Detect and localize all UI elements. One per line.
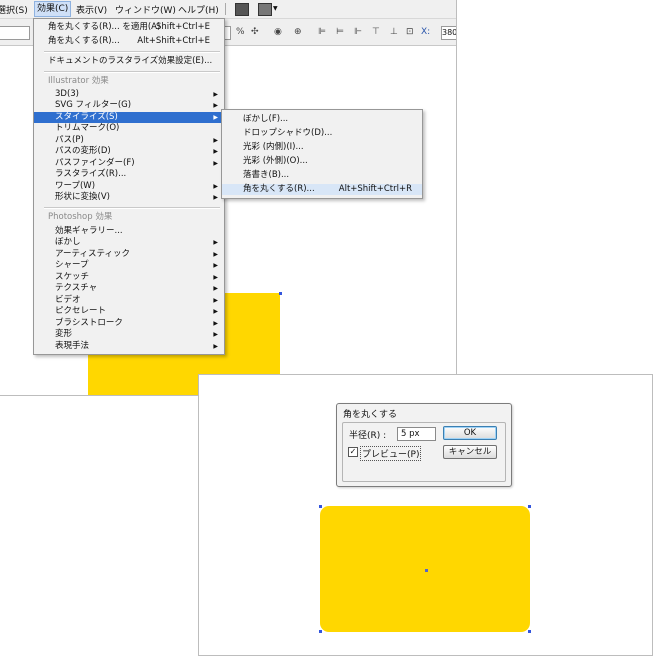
preview-label[interactable]: プレビュー(P) <box>360 446 422 461</box>
center-point <box>425 569 428 572</box>
submenu-arrow-icon: ▶ <box>213 320 218 327</box>
submenu-arrow-icon: ▶ <box>213 274 218 281</box>
submenu-item-drop-shadow[interactable]: ドロップシャドウ(D)... <box>222 128 422 139</box>
control-field-left[interactable] <box>0 26 30 40</box>
align-left-icon[interactable]: ⊫ <box>318 27 330 37</box>
arrange-dropdown-icon[interactable]: ▼ <box>273 5 278 12</box>
submenu-arrow-icon: ▶ <box>213 331 218 338</box>
submenu-arrow-icon: ▶ <box>213 160 218 167</box>
menu-group-illustrator-effects: Illustrator 効果 <box>48 76 109 86</box>
submenu-arrow-icon: ▶ <box>213 297 218 304</box>
menu-item-svg-filter[interactable]: SVG フィルター(G) ▶ <box>34 100 224 111</box>
menu-item-blur[interactable]: ぼかし ▶ <box>34 237 224 248</box>
menu-effect[interactable]: 効果(C) <box>34 1 72 17</box>
anchor-point[interactable] <box>319 505 322 508</box>
x-coordinate-field[interactable]: 380.6 <box>441 26 456 40</box>
submenu-arrow-icon: ▶ <box>213 137 218 144</box>
menu-item-stylize[interactable]: スタイライズ(S) ▶ <box>34 112 224 123</box>
round-corners-dialog: 角を丸くする 半径(R) : 5 px OK ✓ プレビュー(P) キャンセル <box>336 403 512 487</box>
menu-item-texture[interactable]: テクスチャ ▶ <box>34 283 224 294</box>
radius-label: 半径(R) : <box>349 431 387 441</box>
menu-item-rasterize[interactable]: ラスタライズ(R)... <box>34 169 224 180</box>
menu-item-document-raster-settings[interactable]: ドキュメントのラスタライズ効果設定(E)... <box>34 56 224 67</box>
submenu-arrow-icon: ▶ <box>213 194 218 201</box>
bridge-icon[interactable] <box>235 3 249 16</box>
menu-item-warp[interactable]: ワープ(W) ▶ <box>34 181 224 192</box>
align-top-icon[interactable]: ⊤ <box>372 27 384 37</box>
menu-separator <box>44 207 220 209</box>
submenu-item-scribble[interactable]: 落書き(B)... <box>222 170 422 181</box>
percent-label: % <box>236 27 245 37</box>
ok-button[interactable]: OK <box>443 426 497 440</box>
menu-item-distort-transform[interactable]: パスの変形(D) ▶ <box>34 146 224 157</box>
menu-item-pixelate[interactable]: ピクセレート ▶ <box>34 306 224 317</box>
align-middle-icon[interactable]: ⊥ <box>390 27 402 37</box>
x-coordinate-label: X: <box>421 27 431 37</box>
menu-item-apply-round-corners[interactable]: 角を丸くする(R)... を適用(A) Shift+Ctrl+E <box>34 22 224 33</box>
menu-item-sketch[interactable]: スケッチ ▶ <box>34 272 224 283</box>
submenu-arrow-icon: ▶ <box>213 343 218 350</box>
menu-view[interactable]: 表示(V) <box>76 3 107 16</box>
menubar: 選択(S) 効果(C) 表示(V) ウィンドウ(W) ヘルプ(H) ▼ <box>0 0 456 19</box>
menu-item-convert-to-shape[interactable]: 形状に変換(V) ▶ <box>34 192 224 203</box>
menu-item-round-corners[interactable]: 角を丸くする(R)... Alt+Shift+Ctrl+E <box>34 36 224 47</box>
transform-icon[interactable]: ⊕ <box>294 27 306 37</box>
menu-item-sharpen[interactable]: シャープ ▶ <box>34 260 224 271</box>
align-center-icon[interactable]: ⊨ <box>336 27 348 37</box>
anchor-point[interactable] <box>528 505 531 508</box>
submenu-item-inner-glow[interactable]: 光彩 (内側)(I)... <box>222 142 422 153</box>
menu-window[interactable]: ウィンドウ(W) <box>115 3 176 16</box>
anchor-point[interactable] <box>528 630 531 633</box>
menu-item-trim-marks[interactable]: トリムマーク(O) <box>34 123 224 134</box>
menu-item-distort[interactable]: 変形 ▶ <box>34 329 224 340</box>
dialog-title: 角を丸くする <box>343 410 398 420</box>
cancel-button[interactable]: キャンセル <box>443 445 497 459</box>
preview-checkbox[interactable]: ✓ <box>348 447 358 457</box>
radius-input[interactable]: 5 px <box>397 427 436 441</box>
menu-select[interactable]: 選択(S) <box>0 3 28 16</box>
menu-item-brush-strokes[interactable]: ブラシストローク ▶ <box>34 318 224 329</box>
menu-item-stylize-photoshop[interactable]: 表現手法 ▶ <box>34 341 224 352</box>
menu-help[interactable]: ヘルプ(H) <box>178 3 219 16</box>
menu-separator <box>44 71 220 73</box>
submenu-arrow-icon: ▶ <box>213 102 218 109</box>
arrange-documents-icon[interactable] <box>258 3 272 16</box>
menu-separator <box>44 51 220 53</box>
style-icon[interactable]: ◉ <box>274 27 286 37</box>
illustrator-window-screenshot: 選択(S) 効果(C) 表示(V) ウィンドウ(W) ヘルプ(H) ▼ % ✣ … <box>0 0 457 396</box>
dialog-body: 半径(R) : 5 px OK ✓ プレビュー(P) キャンセル <box>342 422 506 482</box>
menu-group-photoshop-effects: Photoshop 効果 <box>48 212 113 222</box>
align-right-icon[interactable]: ⊩ <box>354 27 366 37</box>
anchor-point[interactable] <box>319 630 322 633</box>
effect-menu: 角を丸くする(R)... を適用(A) Shift+Ctrl+E 角を丸くする(… <box>33 18 225 355</box>
submenu-item-outer-glow[interactable]: 光彩 (外側)(O)... <box>222 156 422 167</box>
menu-item-artistic[interactable]: アーティスティック ▶ <box>34 249 224 260</box>
submenu-item-round-corners[interactable]: 角を丸くする(R)... Alt+Shift+Ctrl+R <box>222 184 422 195</box>
submenu-arrow-icon: ▶ <box>213 308 218 315</box>
menu-item-effect-gallery[interactable]: 効果ギャラリー... <box>34 226 224 237</box>
submenu-item-feather[interactable]: ぼかし(F)... <box>222 114 422 125</box>
menubar-divider <box>225 3 226 15</box>
submenu-arrow-icon: ▶ <box>213 148 218 155</box>
submenu-arrow-icon: ▶ <box>213 114 218 121</box>
menu-item-pathfinder[interactable]: パスファインダー(F) ▶ <box>34 158 224 169</box>
menu-item-video[interactable]: ビデオ ▶ <box>34 295 224 306</box>
menu-item-path[interactable]: パス(P) ▶ <box>34 135 224 146</box>
stylize-submenu: ぼかし(F)... ドロップシャドウ(D)... 光彩 (内側)(I)... 光… <box>221 109 423 199</box>
submenu-arrow-icon: ▶ <box>213 262 218 269</box>
submenu-arrow-icon: ▶ <box>213 251 218 258</box>
recolor-icon[interactable]: ✣ <box>251 27 263 37</box>
anchor-point[interactable] <box>279 292 282 295</box>
round-corners-result-screenshot: 角を丸くする 半径(R) : 5 px OK ✓ プレビュー(P) キャンセル <box>198 374 653 656</box>
submenu-arrow-icon: ▶ <box>213 239 218 246</box>
submenu-arrow-icon: ▶ <box>213 285 218 292</box>
menu-item-3d[interactable]: 3D(3) ▶ <box>34 89 224 100</box>
submenu-arrow-icon: ▶ <box>213 183 218 190</box>
align-bottom-icon[interactable]: ⊡ <box>406 27 418 37</box>
submenu-arrow-icon: ▶ <box>213 91 218 98</box>
